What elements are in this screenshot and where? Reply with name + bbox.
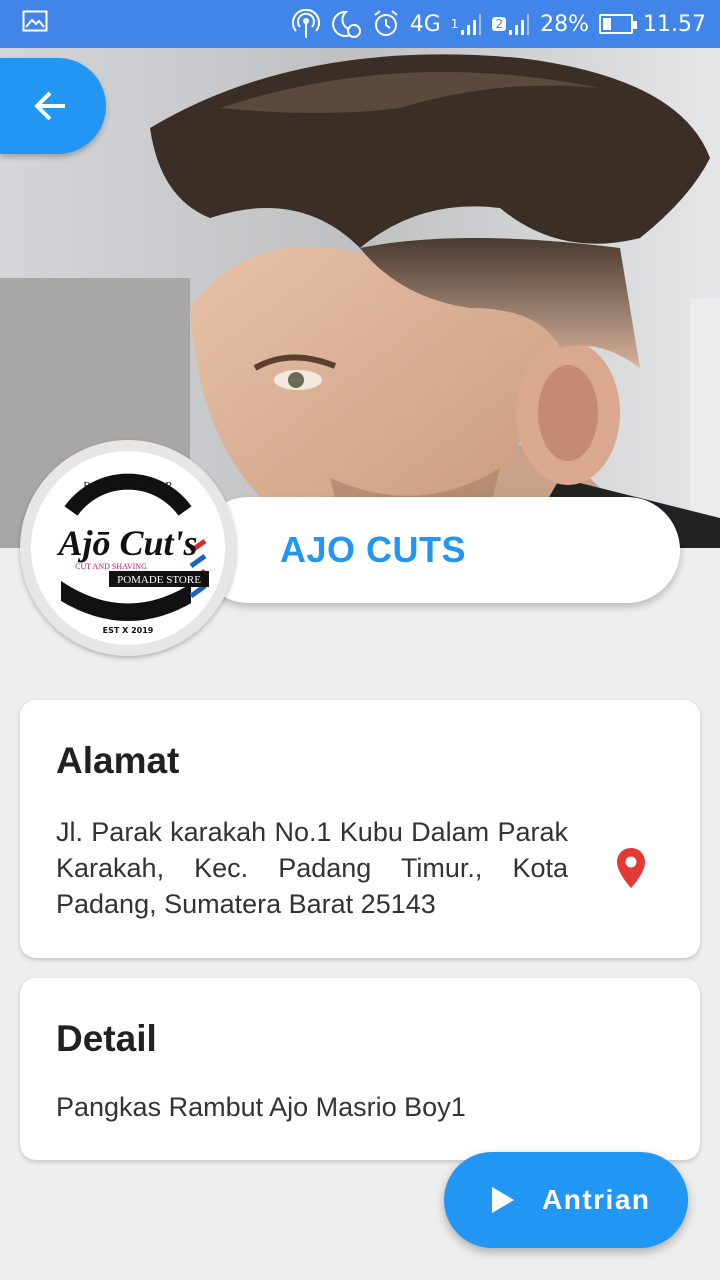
address-title: Alamat bbox=[56, 740, 180, 781]
network-label: 4G bbox=[409, 11, 441, 37]
antrian-button[interactable]: Antrian bbox=[444, 1152, 688, 1248]
detail-text: Pangkas Rambut Ajo Masrio Boy1 bbox=[56, 1092, 466, 1122]
shop-name: AJO CUTS bbox=[280, 529, 467, 570]
back-button[interactable] bbox=[0, 58, 106, 154]
arrow-left-icon bbox=[34, 91, 65, 121]
logo-brand: Ajō Cut's bbox=[56, 523, 197, 563]
address-text: Jl. Parak karakah No.1 Kubu Dalam Parak … bbox=[56, 817, 568, 919]
detail-card: Detail Pangkas Rambut Ajo Masrio Boy1 bbox=[20, 978, 700, 1160]
play-icon bbox=[492, 1187, 514, 1213]
logo-sub: CUT AND SHAVING bbox=[75, 562, 147, 571]
hotspot-icon bbox=[291, 9, 320, 39]
logo-top-text: BARBER PARLOR bbox=[83, 480, 173, 492]
clock: 11.57 bbox=[643, 11, 706, 37]
status-bar: 4G 1 2 28% 11.57 bbox=[0, 0, 720, 48]
antrian-label: Antrian bbox=[542, 1184, 651, 1215]
logo-banner: POMADE STORE bbox=[117, 574, 201, 586]
alarm-icon bbox=[372, 9, 400, 39]
detail-title: Detail bbox=[56, 1018, 157, 1059]
image-icon bbox=[22, 10, 48, 38]
battery-percent: 28% bbox=[540, 11, 590, 37]
map-pin-icon[interactable] bbox=[616, 847, 646, 894]
signal-icon: 1 bbox=[451, 12, 483, 36]
signal-icon-2: 2 bbox=[492, 12, 530, 36]
address-card: Alamat Jl. Parak karakah No.1 Kubu Dalam… bbox=[20, 700, 700, 958]
sim2-label: 2 bbox=[492, 17, 507, 31]
logo-est: EST X 2019 bbox=[103, 626, 154, 635]
shop-name-card: AJO CUTS bbox=[196, 497, 680, 603]
sim1-label: 1 bbox=[450, 17, 459, 31]
battery-icon bbox=[599, 14, 638, 34]
shop-logo: Ajō Cut's BARBER PARLOR CUT AND SHAVING … bbox=[20, 440, 236, 656]
moon-alarm-icon bbox=[330, 9, 362, 39]
